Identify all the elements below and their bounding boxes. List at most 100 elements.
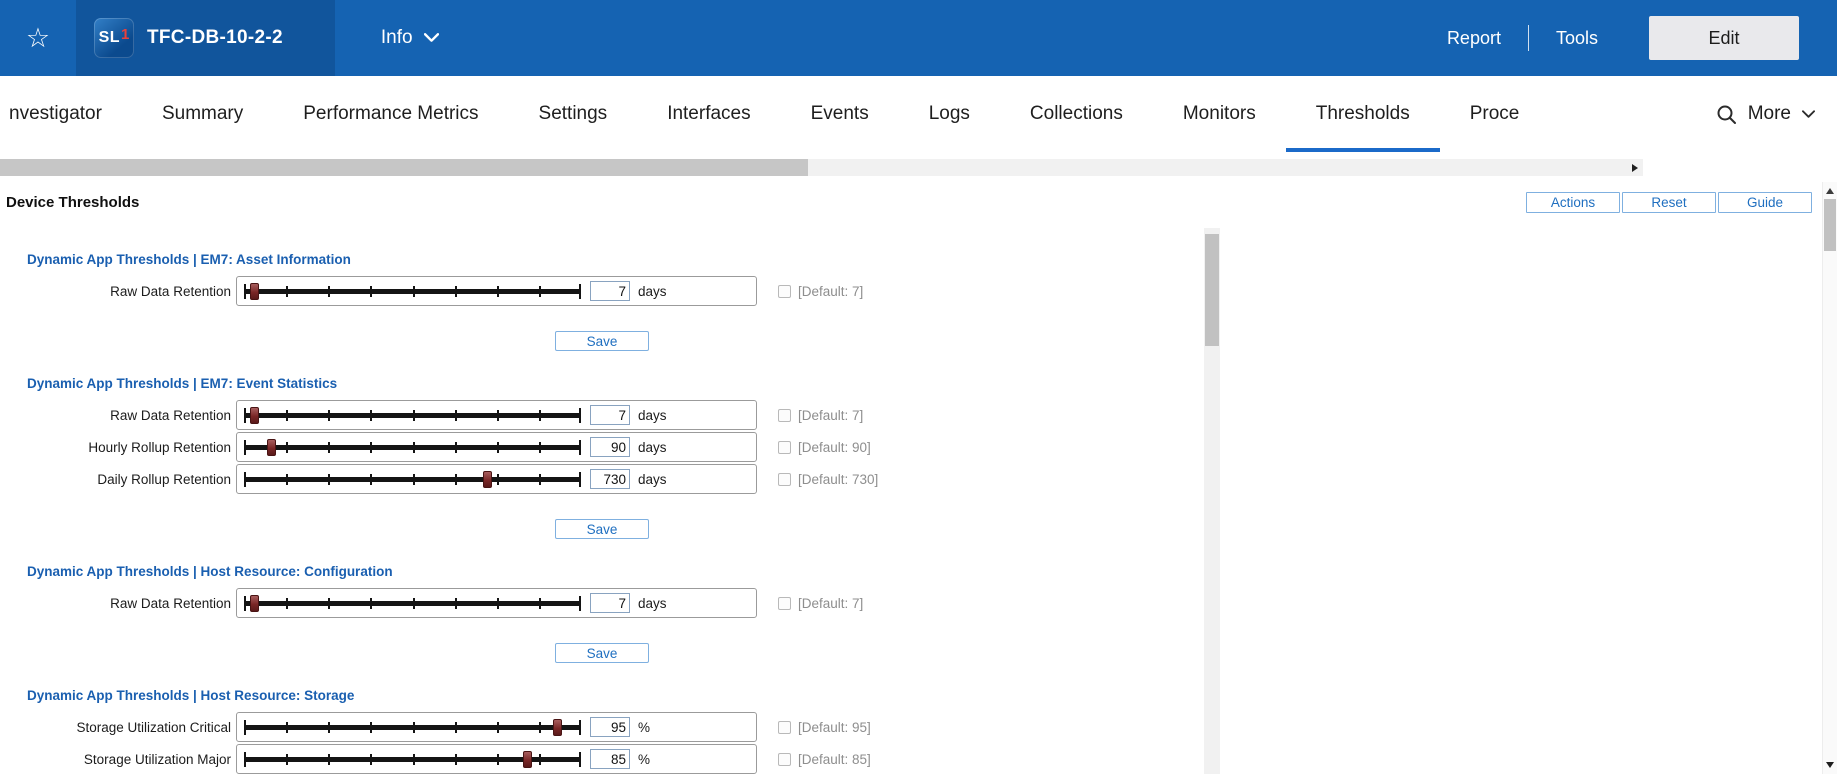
edit-button[interactable]: Edit (1649, 16, 1799, 60)
tools-button[interactable]: Tools (1529, 28, 1625, 49)
section-title-link[interactable]: Dynamic App Thresholds | Host Resource: … (27, 688, 1204, 703)
section-title-link[interactable]: Dynamic App Thresholds | EM7: Asset Info… (27, 252, 1204, 267)
threshold-value-input[interactable] (590, 405, 630, 425)
section-title-link[interactable]: Dynamic App Thresholds | Host Resource: … (27, 564, 1204, 579)
tab-events[interactable]: Events (781, 76, 899, 152)
reset-button[interactable]: Reset (1622, 192, 1716, 213)
save-button[interactable]: Save (555, 331, 649, 351)
section-title-link[interactable]: Dynamic App Thresholds | EM7: Event Stat… (27, 376, 1204, 391)
slider-handle[interactable] (523, 751, 532, 768)
threshold-value-input[interactable] (590, 593, 630, 613)
restore-default-checkbox[interactable] (778, 597, 791, 610)
actions-button[interactable]: Actions (1526, 192, 1620, 213)
slider-handle[interactable] (250, 407, 259, 424)
content-vertical-scrollbar[interactable] (1204, 228, 1220, 774)
threshold-label: Raw Data Retention (0, 284, 236, 299)
page-title: Device Thresholds (6, 194, 139, 211)
threshold-section: Dynamic App Thresholds | Host Resource: … (0, 564, 1204, 663)
slider-handle[interactable] (250, 595, 259, 612)
restore-default-checkbox[interactable] (778, 721, 791, 734)
threshold-slider[interactable] (244, 405, 581, 426)
slider-tick (370, 474, 372, 485)
page-scrollbar-thumb[interactable] (1824, 199, 1836, 251)
threshold-slider[interactable] (244, 717, 581, 738)
content-scrollbar-thumb[interactable] (1205, 234, 1219, 346)
scroll-down-arrow[interactable] (1823, 758, 1837, 772)
threshold-row: Hourly Rollup Retentiondays[Default: 90] (0, 431, 1204, 463)
threshold-row: Daily Rollup Retentiondays[Default: 730] (0, 463, 1204, 495)
tab-monitors[interactable]: Monitors (1153, 76, 1286, 152)
threshold-slider[interactable] (244, 749, 581, 770)
slider-tick (579, 284, 581, 299)
report-button[interactable]: Report (1420, 28, 1528, 49)
sl1-logo-icon: SL 1 (94, 18, 134, 58)
slider-handle[interactable] (267, 439, 276, 456)
threshold-slider[interactable] (244, 469, 581, 490)
horizontal-scrollbar[interactable] (0, 159, 1643, 176)
save-button[interactable]: Save (555, 643, 649, 663)
restore-default-checkbox[interactable] (778, 753, 791, 766)
restore-default-checkbox[interactable] (778, 441, 791, 454)
tab-interfaces[interactable]: Interfaces (637, 76, 780, 152)
logo-text-one: 1 (121, 26, 129, 43)
slider-handle[interactable] (483, 471, 492, 488)
slider-tick (413, 754, 415, 765)
slider-tick (244, 752, 246, 767)
slider-handle[interactable] (250, 283, 259, 300)
guide-button[interactable]: Guide (1718, 192, 1812, 213)
search-icon[interactable] (1716, 104, 1737, 125)
threshold-slider[interactable] (244, 281, 581, 302)
slider-tick (413, 286, 415, 297)
restore-default-checkbox[interactable] (778, 409, 791, 422)
slider-tick (413, 442, 415, 453)
tab-collections[interactable]: Collections (1000, 76, 1153, 152)
page-vertical-scrollbar[interactable] (1822, 182, 1837, 774)
tab-logs[interactable]: Logs (899, 76, 1000, 152)
tab-summary[interactable]: Summary (132, 76, 273, 152)
favorite-star-icon[interactable]: ☆ (0, 25, 76, 52)
default-value-label: [Default: 85] (798, 752, 871, 767)
chevron-down-icon (1802, 110, 1815, 119)
scroll-right-arrow[interactable] (1626, 159, 1643, 176)
thresholds-content: Device Thresholds ActionsResetGuide Dyna… (0, 176, 1837, 774)
slider-tick (497, 442, 499, 453)
threshold-unit: % (638, 720, 650, 735)
tab-nvestigator[interactable]: nvestigator (0, 76, 132, 152)
threshold-value-input[interactable] (590, 717, 630, 737)
more-label: More (1748, 103, 1791, 125)
threshold-label: Storage Utilization Major (0, 752, 236, 767)
slider-tick (370, 722, 372, 733)
logo-text: SL (99, 29, 120, 47)
threshold-label: Daily Rollup Retention (0, 472, 236, 487)
scroll-up-arrow[interactable] (1823, 184, 1837, 198)
info-dropdown[interactable]: Info (381, 27, 439, 49)
restore-default-checkbox[interactable] (778, 285, 791, 298)
slider-tick (286, 410, 288, 421)
threshold-label: Hourly Rollup Retention (0, 440, 236, 455)
slider-tick (539, 410, 541, 421)
slider-box: days (236, 432, 757, 462)
tab-proce[interactable]: Proce (1440, 76, 1550, 152)
threshold-row: Raw Data Retentiondays[Default: 7] (0, 587, 1204, 619)
slider-tick (539, 442, 541, 453)
slider-tick (539, 754, 541, 765)
default-value-label: [Default: 7] (798, 596, 863, 611)
slider-tick (497, 474, 499, 485)
slider-tick (244, 596, 246, 611)
more-menu[interactable]: More (1702, 76, 1815, 152)
tab-thresholds[interactable]: Thresholds (1286, 76, 1440, 152)
horizontal-scrollbar-thumb[interactable] (0, 159, 808, 176)
threshold-slider[interactable] (244, 593, 581, 614)
threshold-slider[interactable] (244, 437, 581, 458)
threshold-value-input[interactable] (590, 281, 630, 301)
save-button[interactable]: Save (555, 519, 649, 539)
restore-default-checkbox[interactable] (778, 473, 791, 486)
tab-performance-metrics[interactable]: Performance Metrics (273, 76, 508, 152)
threshold-value-input[interactable] (590, 437, 630, 457)
threshold-value-input[interactable] (590, 749, 630, 769)
threshold-value-input[interactable] (590, 469, 630, 489)
default-value-label: [Default: 7] (798, 408, 863, 423)
tab-settings[interactable]: Settings (509, 76, 638, 152)
content-header: Device Thresholds ActionsResetGuide (0, 176, 1837, 228)
slider-handle[interactable] (553, 719, 562, 736)
